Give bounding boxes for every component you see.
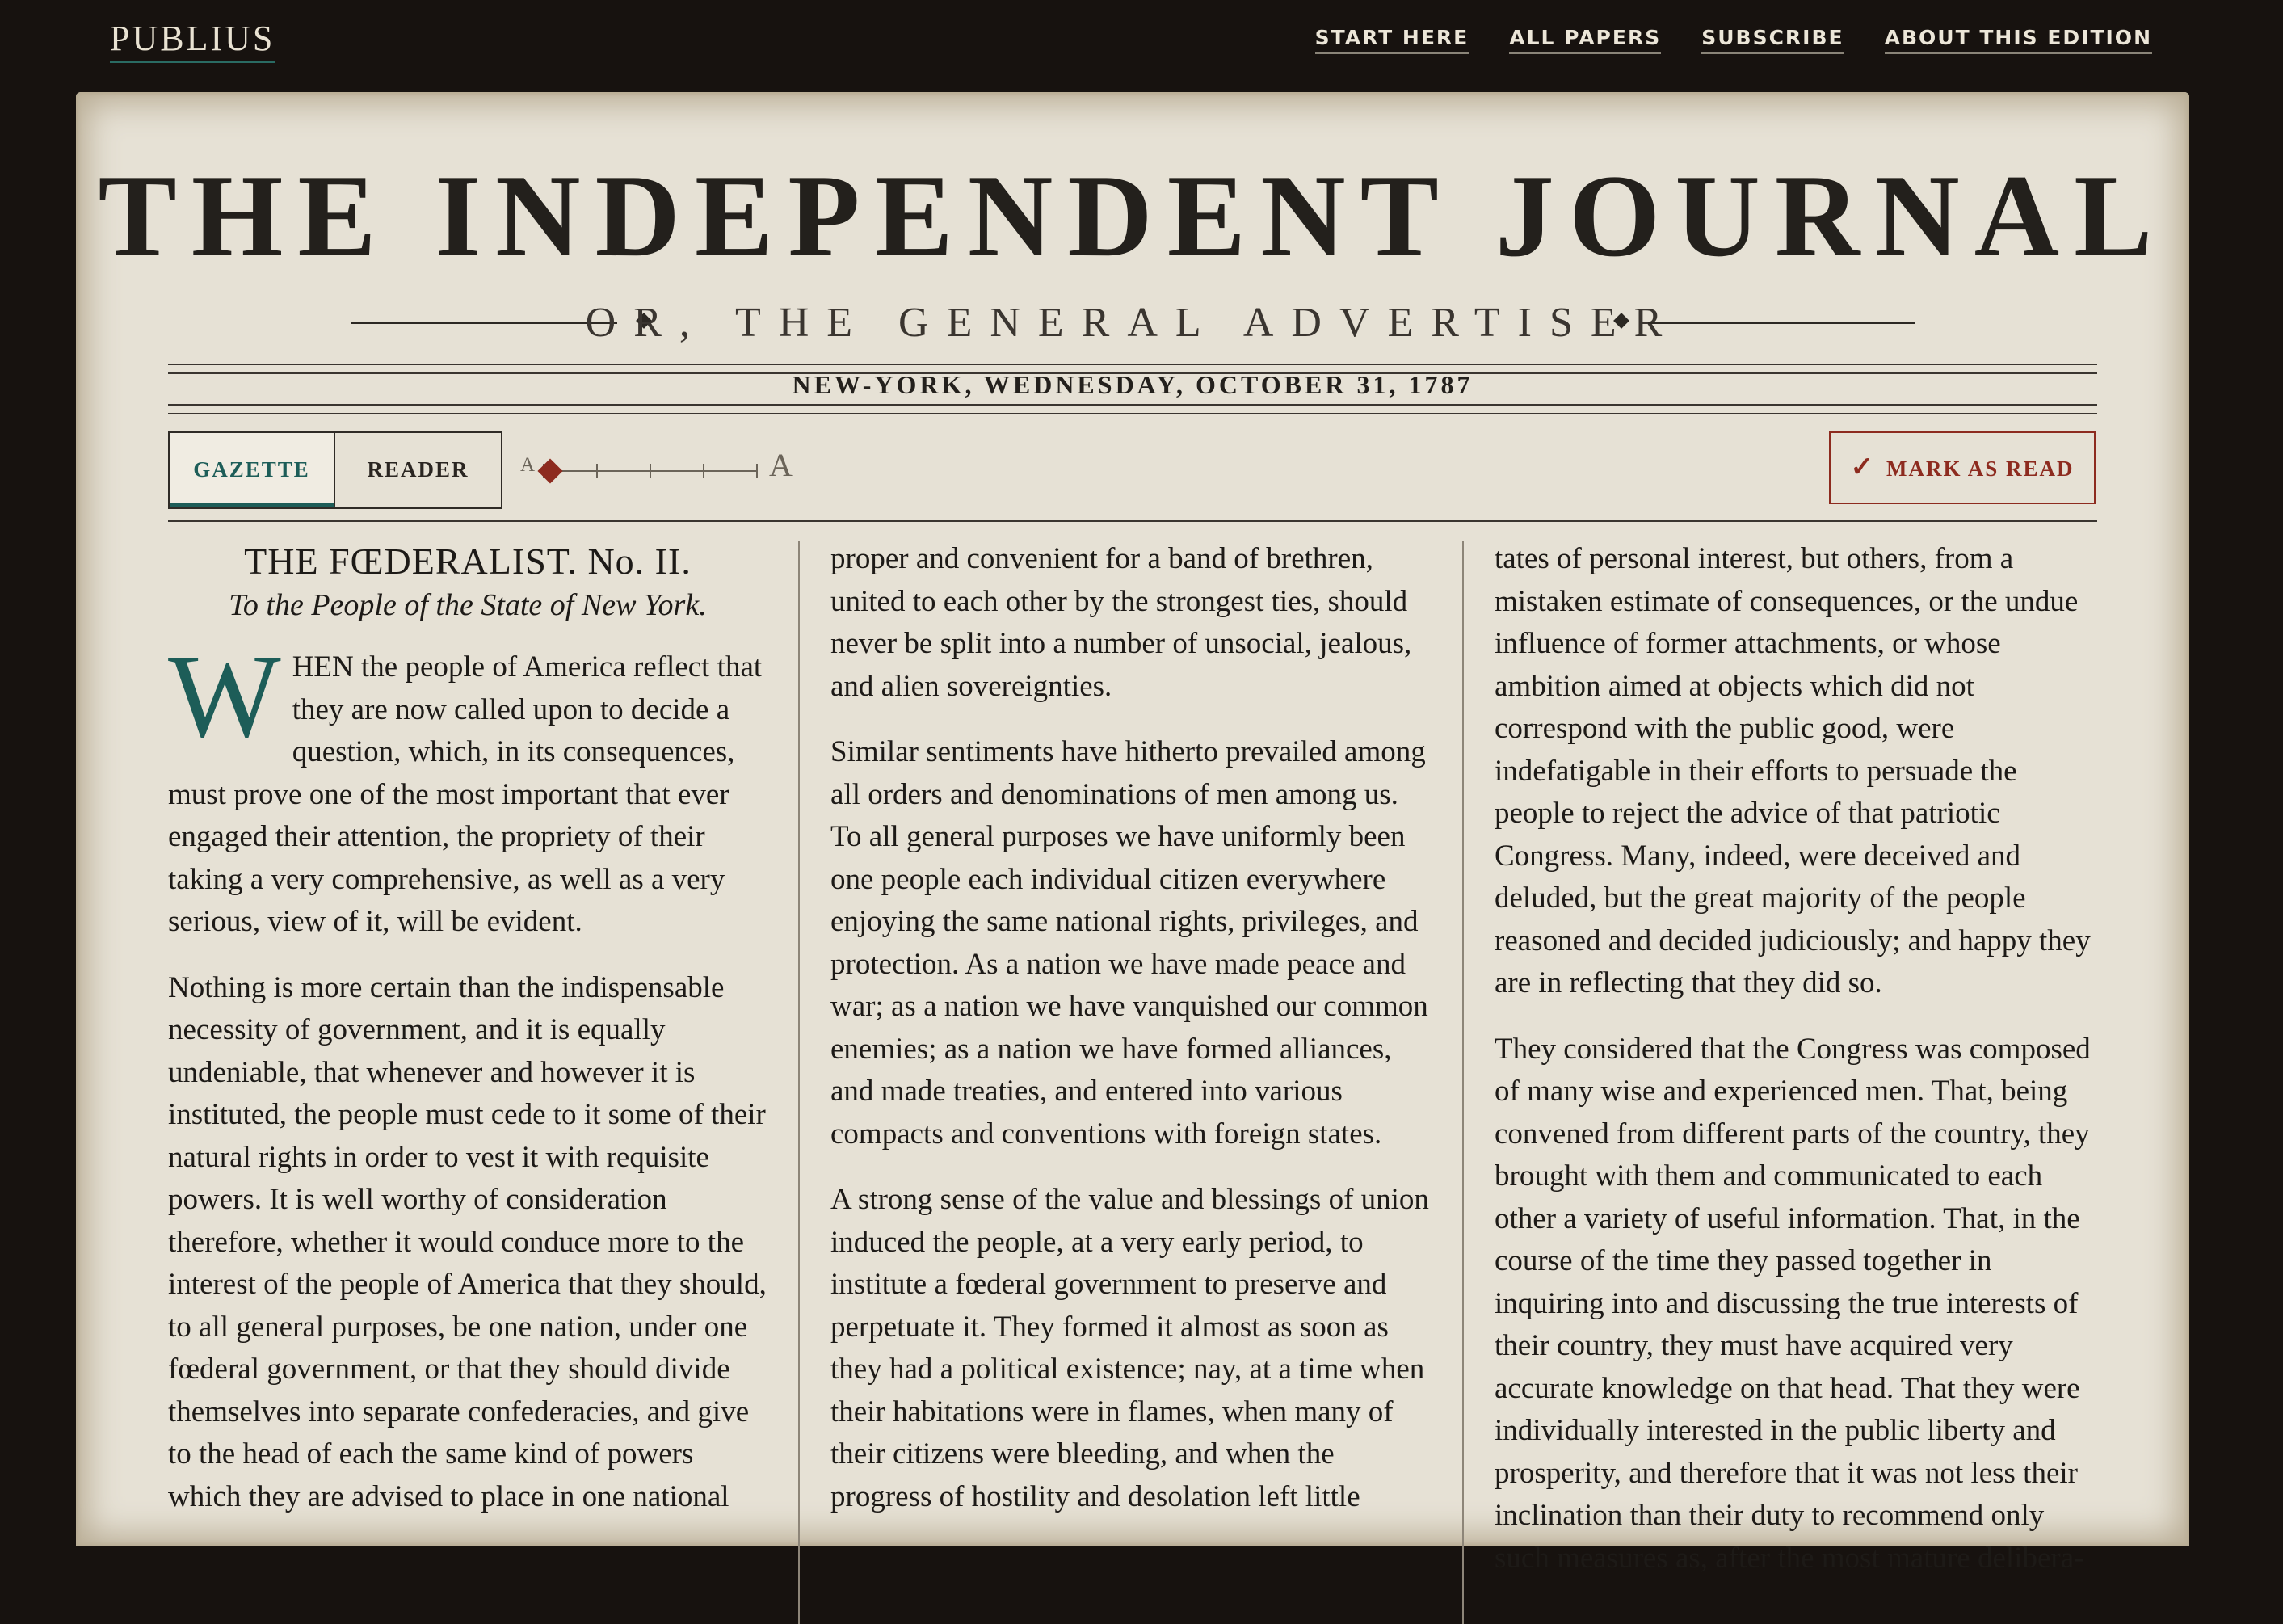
paragraph: Similar sentiments have hitherto prevail… bbox=[830, 735, 1428, 1151]
mode-reader-tab[interactable]: READER bbox=[335, 433, 501, 507]
newspaper-sheet: THE INDEPENDENT JOURNAL OR, THE GENERAL … bbox=[76, 92, 2189, 1624]
slider-tick bbox=[703, 464, 704, 478]
paragraph: proper and convenient for a band of bret… bbox=[830, 542, 1412, 703]
paragraph: tates of personal interest, but others, … bbox=[1495, 542, 2091, 999]
controls-divider bbox=[168, 520, 2097, 522]
font-size-slider-thumb[interactable] bbox=[537, 458, 563, 484]
drop-cap: W bbox=[168, 630, 281, 763]
nav-subscribe[interactable]: SUBSCRIBE bbox=[1701, 26, 1844, 54]
nav-about-edition[interactable]: ABOUT THIS EDITION bbox=[1884, 26, 2152, 54]
mark-as-read-button[interactable]: ✓ MARK AS READ bbox=[1829, 431, 2096, 504]
mark-as-read-label: MARK AS READ bbox=[1886, 456, 2075, 481]
article-column-2: proper and convenient for a band of bret… bbox=[830, 538, 1430, 1542]
article-column-1: THE FŒDERALIST. No. II. To the People of… bbox=[168, 538, 767, 1542]
font-size-slider[interactable] bbox=[537, 458, 758, 484]
masthead-subtitle-row: OR, THE GENERAL ADVERTISER bbox=[351, 299, 1915, 347]
site-header: PUBLIUS START HERE ALL PAPERS SUBSCRIBE … bbox=[0, 0, 2283, 87]
slider-tick bbox=[650, 464, 651, 478]
ornament-rule-right bbox=[1648, 322, 1915, 324]
article-title: THE FŒDERALIST. No. II. bbox=[244, 541, 692, 582]
masthead-title: THE INDEPENDENT JOURNAL bbox=[98, 150, 2167, 281]
view-mode-toggle: GAZETTE READER bbox=[168, 431, 502, 509]
paragraph: They considered that the Congress was co… bbox=[1495, 1032, 2091, 1575]
article-subtitle: To the People of the State of New York. bbox=[229, 588, 707, 622]
font-size-large-label: A bbox=[769, 447, 793, 483]
paragraph: A strong sense of the value and blessing… bbox=[830, 1183, 1429, 1513]
article-column-3: tates of personal interest, but others, … bbox=[1495, 538, 2094, 1603]
site-nav: START HERE ALL PAPERS SUBSCRIBE ABOUT TH… bbox=[1314, 26, 2152, 54]
double-rule-bottom bbox=[168, 404, 2097, 414]
paragraph: W HEN the people of America reflect that … bbox=[168, 630, 767, 944]
font-size-small-label: A bbox=[520, 454, 536, 476]
nav-start-here[interactable]: START HERE bbox=[1314, 26, 1469, 54]
column-divider bbox=[1462, 541, 1464, 1624]
column-divider bbox=[798, 541, 800, 1624]
slider-tick bbox=[756, 464, 758, 478]
dateline: NEW-YORK, WEDNESDAY, OCTOBER 31, 1787 bbox=[792, 370, 1474, 399]
slider-tick bbox=[596, 464, 598, 478]
brand-logo[interactable]: PUBLIUS bbox=[110, 18, 275, 63]
mode-gazette-tab[interactable]: GAZETTE bbox=[170, 433, 335, 507]
checkmark-icon: ✓ bbox=[1850, 452, 1875, 482]
nav-all-papers[interactable]: ALL PAPERS bbox=[1509, 26, 1662, 54]
paragraph: Nothing is more certain than the indispe… bbox=[168, 970, 767, 1513]
